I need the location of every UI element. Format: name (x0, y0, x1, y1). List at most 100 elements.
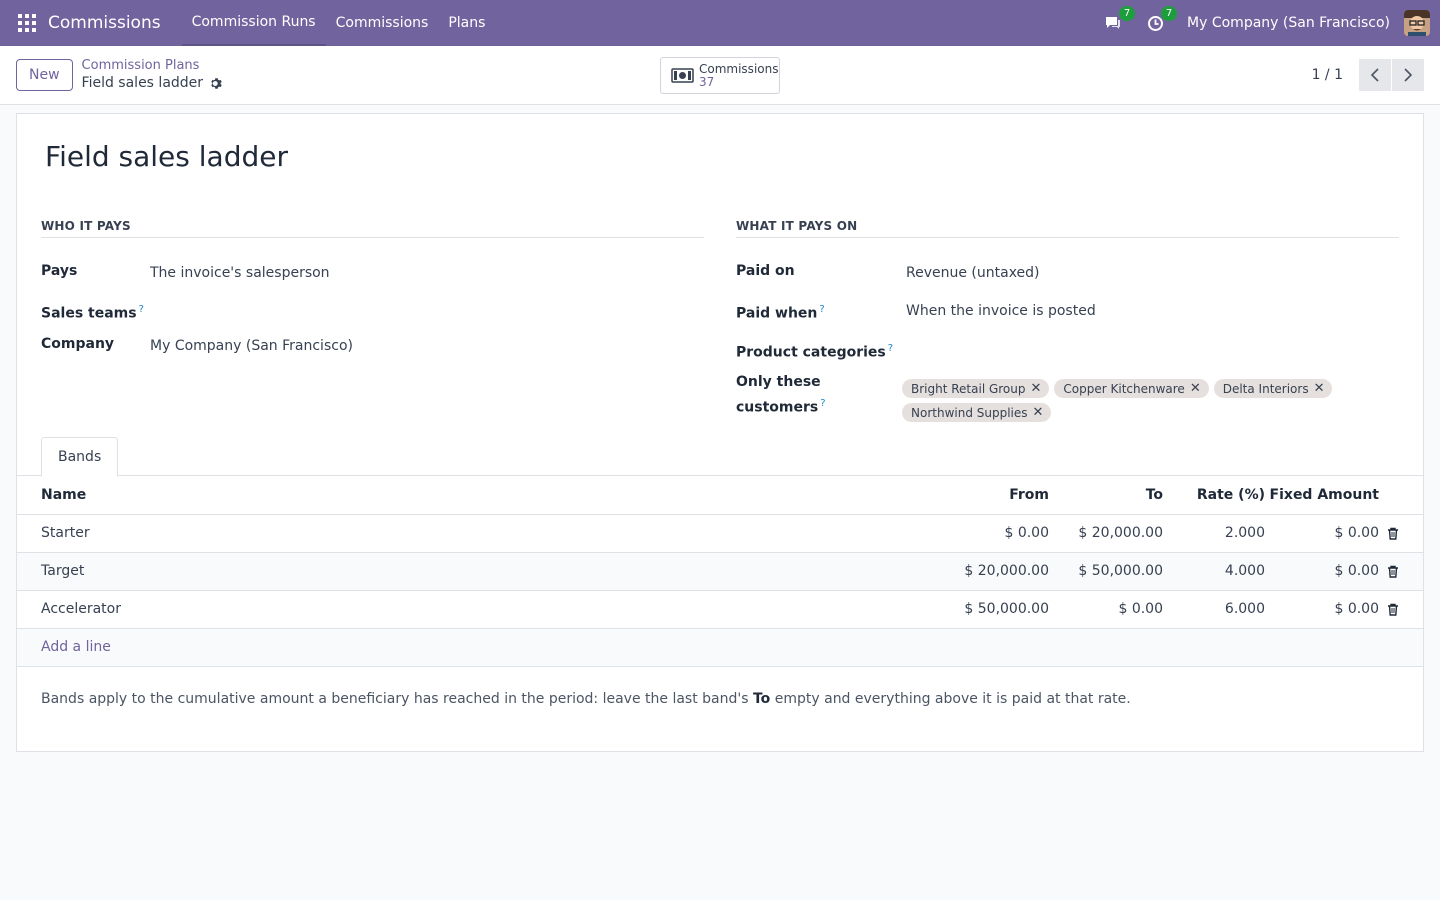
add-line-cell: Add a line (17, 628, 1423, 667)
band-from[interactable]: $ 0.00 (899, 514, 1049, 553)
column-from[interactable]: From (899, 476, 1049, 515)
column-name[interactable]: Name (17, 476, 899, 515)
messages-icon[interactable]: 7 (1103, 6, 1136, 33)
column-to[interactable]: To (1049, 476, 1163, 515)
band-to[interactable]: $ 0.00 (1049, 590, 1163, 629)
smart-button-label: Commissions (699, 61, 779, 76)
menu-plans[interactable]: Plans (438, 0, 495, 46)
paid-on-field: Paid on Revenue (untaxed) (736, 261, 1399, 284)
breadcrumb-parent-link[interactable]: Commission Plans (82, 58, 224, 74)
activities-badge: 7 (1161, 6, 1178, 21)
band-rate[interactable]: 4.000 (1163, 552, 1265, 591)
paid-when-value[interactable]: When the invoice is posted (906, 301, 1096, 325)
gear-icon[interactable] (210, 77, 223, 90)
customer-tag: Northwind Supplies ✕ (902, 403, 1052, 422)
control-panel: New Commission Plans Field sales ladder … (0, 46, 1440, 105)
table-row[interactable]: Target $ 20,000.00 $ 50,000.00 4.000 $ 0… (17, 552, 1423, 591)
band-rate[interactable]: 6.000 (1163, 590, 1265, 629)
band-name[interactable]: Accelerator (17, 590, 899, 629)
band-from[interactable]: $ 50,000.00 (899, 590, 1049, 629)
band-from[interactable]: $ 20,000.00 (899, 552, 1049, 591)
product-categories-input[interactable] (906, 338, 1306, 359)
delete-cell (1379, 552, 1423, 591)
customers-tags[interactable]: Bright Retail Group ✕ Copper Kitchenware ✕… (902, 379, 1342, 427)
column-actions (1379, 476, 1423, 515)
user-avatar[interactable] (1404, 10, 1430, 36)
menu-commissions[interactable]: Commissions (326, 0, 439, 46)
menu-commission-runs[interactable]: Commission Runs (181, 0, 326, 46)
who-it-pays-header: WHO IT PAYS (41, 219, 704, 238)
band-fixed[interactable]: $ 0.00 (1265, 514, 1379, 553)
trash-icon[interactable] (1387, 565, 1399, 578)
delete-cell (1379, 590, 1423, 629)
customer-tag: Delta Interiors ✕ (1213, 379, 1333, 398)
add-line-link[interactable]: Add a line (41, 639, 111, 655)
help-icon[interactable]: ? (888, 343, 893, 354)
sales-teams-input[interactable] (150, 299, 550, 320)
table-header-row: Name From To Rate (%) Fixed Amount (17, 476, 1423, 515)
new-button[interactable]: New (16, 59, 73, 91)
what-it-pays-on-header: WHAT IT PAYS ON (736, 219, 1399, 238)
company-switcher[interactable]: My Company (San Francisco) (1187, 15, 1390, 31)
paid-on-value[interactable]: Revenue (untaxed) (906, 263, 1040, 284)
main-menu: Commission Runs Commissions Plans (181, 0, 496, 46)
sales-teams-label: Sales teams? (41, 304, 144, 322)
band-fixed[interactable]: $ 0.00 (1265, 590, 1379, 629)
customer-tag: Bright Retail Group ✕ (902, 379, 1050, 398)
close-icon[interactable]: ✕ (1190, 382, 1201, 395)
pays-value[interactable]: The invoice's salesperson (150, 263, 330, 284)
help-icon[interactable]: ? (819, 304, 824, 315)
plan-title[interactable]: Field sales ladder (45, 140, 288, 173)
what-it-pays-on-group: WHAT IT PAYS ON Paid on Revenue (untaxed… (736, 219, 1399, 422)
breadcrumb: Commission Plans Field sales ladder (82, 58, 224, 92)
delete-cell (1379, 514, 1423, 553)
smart-button-text: Commissions 37 (699, 61, 779, 89)
pager-previous-button[interactable] (1359, 59, 1391, 91)
product-categories-label: Product categories? (736, 343, 894, 361)
band-to[interactable]: $ 50,000.00 (1049, 552, 1163, 591)
sales-teams-field: Sales teams? (41, 299, 704, 325)
band-name[interactable]: Target (17, 552, 899, 591)
tab-bands[interactable]: Bands (41, 437, 119, 477)
company-label: Company (41, 336, 115, 352)
company-field: Company My Company (San Francisco) (41, 334, 704, 357)
only-customers-field: Only these customers? Bright Retail Group… (736, 372, 1399, 427)
column-rate[interactable]: Rate (%) (1163, 476, 1265, 515)
paid-when-label: Paid when? (736, 304, 825, 322)
bands-help-note: Bands apply to the cumulative amount a b… (41, 691, 1131, 707)
help-icon[interactable]: ? (139, 304, 144, 315)
form-sheet: Field sales ladder WHO IT PAYS Pays The … (16, 113, 1424, 752)
band-to[interactable]: $ 20,000.00 (1049, 514, 1163, 553)
band-rate[interactable]: 2.000 (1163, 514, 1265, 553)
messages-badge: 7 (1119, 6, 1136, 21)
column-fixed-amount[interactable]: Fixed Amount (1265, 476, 1379, 515)
trash-icon[interactable] (1387, 603, 1399, 616)
company-value[interactable]: My Company (San Francisco) (150, 336, 353, 357)
who-it-pays-group: WHO IT PAYS Pays The invoice's salespers… (41, 219, 704, 354)
activities-clock-icon[interactable]: 7 (1145, 6, 1178, 33)
only-customers-label: Only these customers? (736, 374, 826, 416)
pays-field: Pays The invoice's salesperson (41, 261, 704, 284)
commissions-smart-button[interactable]: Commissions 37 (660, 57, 780, 94)
pager-next-button[interactable] (1392, 59, 1424, 91)
help-icon[interactable]: ? (820, 398, 825, 409)
trash-icon[interactable] (1387, 527, 1399, 540)
pager: 1 / 1 (1312, 59, 1424, 91)
chevron-right-icon (1404, 68, 1413, 82)
pager-value[interactable]: 1 / 1 (1312, 67, 1343, 83)
customer-tag: Copper Kitchenware ✕ (1054, 379, 1209, 398)
band-fixed[interactable]: $ 0.00 (1265, 552, 1379, 591)
close-icon[interactable]: ✕ (1314, 382, 1325, 395)
pays-label: Pays (41, 263, 78, 279)
table-row[interactable]: Starter $ 0.00 $ 20,000.00 2.000 $ 0.00 (17, 514, 1423, 553)
band-name[interactable]: Starter (17, 514, 899, 553)
close-icon[interactable]: ✕ (1031, 382, 1042, 395)
app-brand[interactable]: Commissions (48, 13, 161, 33)
table-row[interactable]: Accelerator $ 50,000.00 $ 0.00 6.000 $ 0… (17, 590, 1423, 629)
notebook-tabs: Bands (17, 437, 1423, 477)
add-line-row: Add a line (17, 628, 1423, 667)
smart-button-count: 37 (699, 74, 715, 89)
app-grid-icon[interactable] (18, 14, 36, 32)
paid-on-label: Paid on (736, 263, 795, 279)
close-icon[interactable]: ✕ (1033, 406, 1044, 419)
